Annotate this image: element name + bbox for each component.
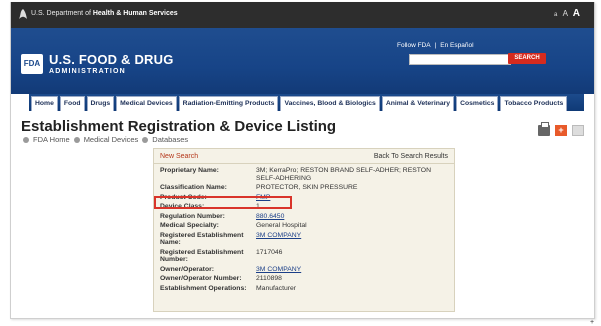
establishment-name-link[interactable]: 3M COMPANY bbox=[256, 232, 440, 247]
bullet-icon bbox=[142, 136, 149, 143]
detail-row: Owner/Operator: 3M COMPANY bbox=[154, 265, 454, 275]
hhs-bold: Health & Human Services bbox=[92, 10, 178, 17]
espanol-link[interactable]: En Español bbox=[440, 42, 473, 49]
tab-home[interactable]: Home bbox=[31, 96, 58, 111]
bullet-icon bbox=[73, 136, 80, 143]
row-label: Owner/Operator: bbox=[160, 265, 215, 273]
print-icon[interactable] bbox=[538, 122, 550, 136]
row-value: PROTECTOR, SKIN PRESSURE bbox=[256, 184, 358, 191]
font-medium-button[interactable]: A bbox=[563, 9, 568, 18]
tab-medical-devices[interactable]: Medical Devices bbox=[116, 96, 177, 111]
hhs-eagle-icon bbox=[19, 9, 27, 19]
tab-food[interactable]: Food bbox=[59, 96, 85, 111]
follow-fda-link[interactable]: Follow FDA bbox=[397, 42, 431, 49]
font-small-button[interactable]: a bbox=[554, 12, 557, 18]
breadcrumb-databases[interactable]: Databases bbox=[152, 135, 188, 144]
detail-row: Owner/Operator Number: 2110898 bbox=[154, 274, 454, 284]
row-value: Manufacturer bbox=[256, 284, 297, 292]
util-separator: | bbox=[434, 42, 437, 49]
detail-row: Registered Establishment Number: 1717046 bbox=[154, 248, 454, 265]
row-label: Registered Establishment Number: bbox=[160, 248, 244, 264]
font-size-controls: a A A bbox=[551, 8, 580, 19]
row-value: 2110898 bbox=[256, 275, 282, 282]
back-to-results-link[interactable]: Back To Search Results bbox=[374, 153, 448, 160]
font-large-button[interactable]: A bbox=[573, 8, 580, 19]
panel-header: New Search Back To Search Results bbox=[154, 149, 454, 164]
owner-operator-link[interactable]: 3M COMPANY bbox=[256, 266, 440, 274]
detail-row: Registered Establishment Name: 3M COMPANY bbox=[154, 231, 454, 248]
hhs-top-bar: U.S. Department of Health & Human Servic… bbox=[11, 2, 594, 28]
hhs-link[interactable]: U.S. Department of Health & Human Servic… bbox=[31, 10, 178, 17]
tab-drugs[interactable]: Drugs bbox=[86, 96, 115, 111]
tab-radiation-emitting[interactable]: Radiation-Emitting Products bbox=[178, 96, 279, 111]
site-title[interactable]: U.S. FOOD & DRUG bbox=[49, 52, 174, 67]
tab-tobacco[interactable]: Tobacco Products bbox=[500, 96, 568, 111]
breadcrumb: FDA Home Medical Devices Databases bbox=[23, 135, 188, 144]
detail-row: Establishment Operations: Manufacturer bbox=[154, 284, 454, 294]
row-label: Regulation Number: bbox=[160, 212, 225, 220]
regulation-number-link[interactable]: 880.6450 bbox=[256, 213, 440, 221]
detail-row: Classification Name: PROTECTOR, SKIN PRES… bbox=[154, 183, 454, 193]
row-value: 1717046 bbox=[256, 248, 283, 256]
tab-cosmetics[interactable]: Cosmetics bbox=[456, 96, 499, 111]
row-label: Medical Specialty: bbox=[160, 222, 219, 229]
device-listing-panel: New Search Back To Search Results Propri… bbox=[153, 148, 455, 312]
hhs-prefix: U.S. Department of bbox=[31, 10, 93, 17]
page-title: Establishment Registration & Device List… bbox=[21, 118, 337, 135]
fda-logo[interactable]: FDA bbox=[21, 54, 43, 74]
breadcrumb-fda-home[interactable]: FDA Home bbox=[33, 135, 70, 144]
detail-row: Regulation Number: 880.6450 bbox=[154, 212, 454, 222]
row-label: Classification Name: bbox=[160, 184, 227, 191]
detail-rows: Proprietary Name: 3M; KerraPro; RESTON BR… bbox=[154, 164, 454, 293]
tab-vaccines[interactable]: Vaccines, Blood & Biologics bbox=[280, 96, 380, 111]
new-search-link[interactable]: New Search bbox=[160, 153, 198, 160]
product-code-highlight bbox=[154, 196, 292, 209]
row-label: Proprietary Name: bbox=[160, 167, 219, 174]
detail-row: Proprietary Name: 3M; KerraPro; RESTON BR… bbox=[154, 166, 454, 183]
main-nav: Home Food Drugs Medical Devices Radiatio… bbox=[29, 94, 584, 111]
row-value: 3M; KerraPro; RESTON BRAND SELF-ADHER; R… bbox=[256, 167, 431, 182]
fda-masthead: FDA U.S. FOOD & DRUG ADMINISTRATION Foll… bbox=[11, 28, 594, 94]
detail-row: Medical Specialty: General Hospital bbox=[154, 221, 454, 231]
search-input[interactable] bbox=[409, 54, 511, 65]
row-label: Registered Establishment Name: bbox=[160, 231, 244, 247]
row-value: General Hospital bbox=[256, 222, 307, 229]
site-subtitle: ADMINISTRATION bbox=[49, 68, 126, 75]
plus-icon[interactable]: + bbox=[555, 125, 567, 136]
search-button[interactable]: SEARCH bbox=[508, 53, 546, 64]
page-tools: + bbox=[538, 122, 584, 136]
breadcrumb-medical-devices[interactable]: Medical Devices bbox=[84, 135, 139, 144]
tab-animal-veterinary[interactable]: Animal & Veterinary bbox=[381, 96, 455, 111]
row-label: Establishment Operations: bbox=[160, 284, 247, 292]
email-icon[interactable] bbox=[572, 125, 584, 136]
crosshair-cursor-icon: + bbox=[590, 319, 595, 326]
row-label: Owner/Operator Number: bbox=[160, 275, 242, 282]
browser-frame: U.S. Department of Health & Human Servic… bbox=[10, 2, 595, 319]
bullet-icon bbox=[23, 136, 29, 143]
utility-links: Follow FDA | En Español bbox=[397, 42, 474, 49]
